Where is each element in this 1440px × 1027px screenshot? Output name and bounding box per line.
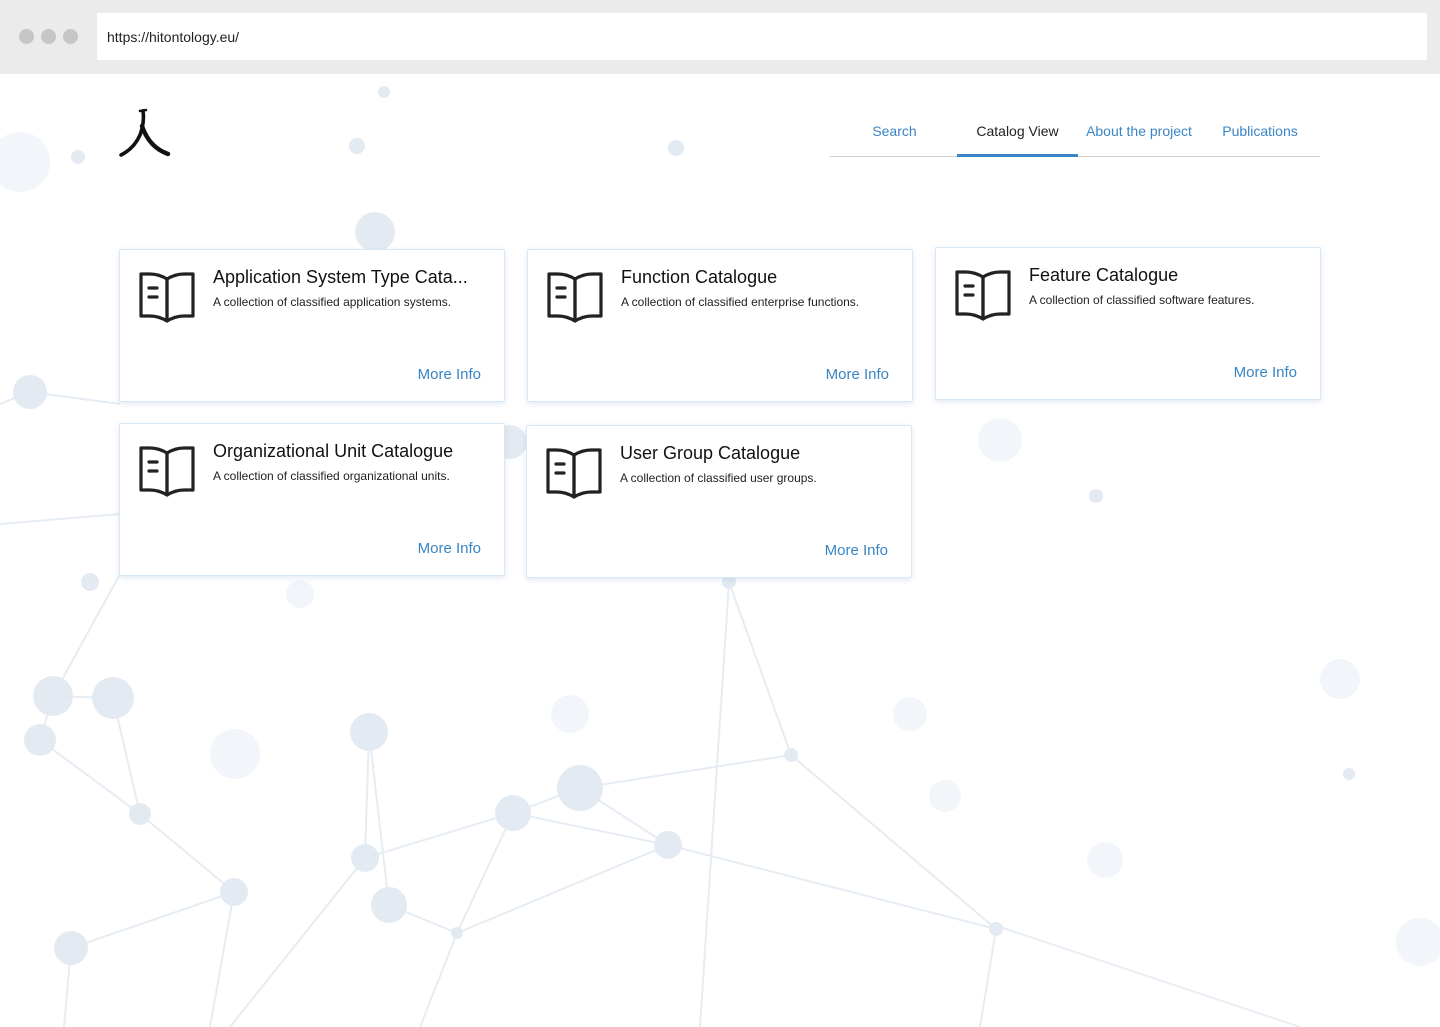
card-description: A collection of classified organizationa… [213, 469, 450, 483]
tab-about-the-project[interactable]: About the project [1078, 110, 1200, 157]
card-title: Organizational Unit Catalogue [213, 441, 454, 461]
card-description: A collection of classified application s… [213, 295, 452, 309]
tab-publications[interactable]: Publications [1210, 110, 1310, 157]
card-description: A collection of classified user groups. [620, 471, 817, 485]
site-logo[interactable] [118, 108, 172, 160]
close-window-dot[interactable] [19, 29, 34, 44]
browser-chrome: https://hitontology.eu/ [0, 0, 1440, 74]
card-title: Function Catalogue [621, 267, 778, 287]
open-book-icon [139, 446, 195, 497]
more-info-link[interactable]: More Info [825, 542, 888, 559]
open-book-icon [546, 448, 602, 499]
open-book-icon [955, 270, 1011, 321]
catalog-card-application-system-type: Application System Type Cata... A collec… [119, 249, 505, 402]
main-navigation: Search Catalog View About the project Pu… [830, 110, 1320, 157]
more-info-link[interactable]: More Info [418, 540, 481, 557]
address-bar[interactable]: https://hitontology.eu/ [97, 13, 1427, 60]
address-bar-url: https://hitontology.eu/ [107, 28, 240, 45]
open-book-icon [139, 272, 195, 323]
more-info-link[interactable]: More Info [1234, 364, 1297, 381]
card-description: A collection of classified software feat… [1029, 293, 1255, 307]
person-glyph-logo-icon [119, 108, 171, 157]
catalog-card-feature: Feature Catalogue A collection of classi… [935, 247, 1321, 400]
page-content: Search Catalog View About the project Pu… [0, 74, 1440, 1027]
catalog-card-user-group: User Group Catalogue A collection of cla… [526, 425, 912, 578]
catalog-card-organizational-unit: Organizational Unit Catalogue A collecti… [119, 423, 505, 576]
tab-search[interactable]: Search [852, 110, 937, 157]
card-description: A collection of classified enterprise fu… [621, 295, 860, 309]
card-title: User Group Catalogue [620, 443, 801, 463]
more-info-link[interactable]: More Info [826, 366, 889, 383]
maximize-window-dot[interactable] [63, 29, 78, 44]
open-book-icon [547, 272, 603, 323]
minimize-window-dot[interactable] [41, 29, 56, 44]
more-info-link[interactable]: More Info [418, 366, 481, 383]
card-title: Application System Type Cata... [213, 267, 468, 287]
catalog-card-function: Function Catalogue A collection of class… [527, 249, 913, 402]
tab-catalog-view[interactable]: Catalog View [957, 110, 1078, 157]
card-title: Feature Catalogue [1029, 265, 1179, 285]
window-controls [19, 29, 78, 44]
